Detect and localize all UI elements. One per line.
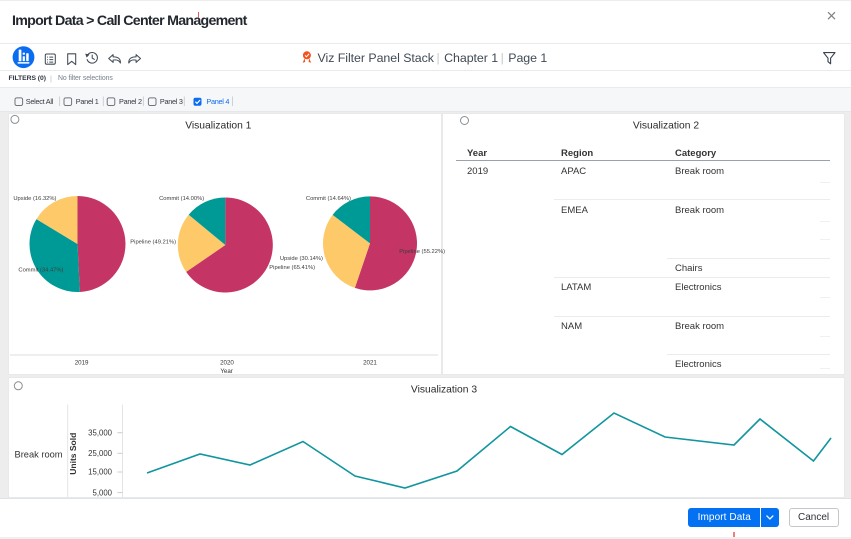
svg-text:Pipeline (65.41%): Pipeline (65.41%) xyxy=(269,265,315,271)
svg-text:5,000: 5,000 xyxy=(92,488,112,497)
svg-text:Visualization 1: Visualization 1 xyxy=(185,121,251,132)
svg-text:Commit (14.64%): Commit (14.64%) xyxy=(306,196,351,202)
svg-text:2021: 2021 xyxy=(363,360,377,367)
svg-text:Visualization 3: Visualization 3 xyxy=(411,385,477,396)
svg-text:Upside (30.14%): Upside (30.14%) xyxy=(280,256,323,262)
svg-text:Units Sold: Units Sold xyxy=(68,433,78,475)
svg-text:Upside (16.32%): Upside (16.32%) xyxy=(13,196,56,202)
svg-text:Year: Year xyxy=(220,368,233,375)
svg-text:Pipeline (49.21%): Pipeline (49.21%) xyxy=(130,239,176,245)
svg-text:25,000: 25,000 xyxy=(88,449,113,458)
svg-text:Pipeline (55.22%): Pipeline (55.22%) xyxy=(399,249,445,255)
svg-text:Break room: Break room xyxy=(15,450,63,460)
svg-text:Visualization 2: Visualization 2 xyxy=(633,121,699,132)
svg-text:35,000: 35,000 xyxy=(88,428,113,437)
svg-text:2020: 2020 xyxy=(220,360,234,367)
svg-text:Commit (14.00%): Commit (14.00%) xyxy=(159,196,204,202)
svg-text:15,000: 15,000 xyxy=(88,468,113,477)
svg-text:Commit (34.47%): Commit (34.47%) xyxy=(18,267,63,273)
svg-text:2019: 2019 xyxy=(75,360,89,367)
